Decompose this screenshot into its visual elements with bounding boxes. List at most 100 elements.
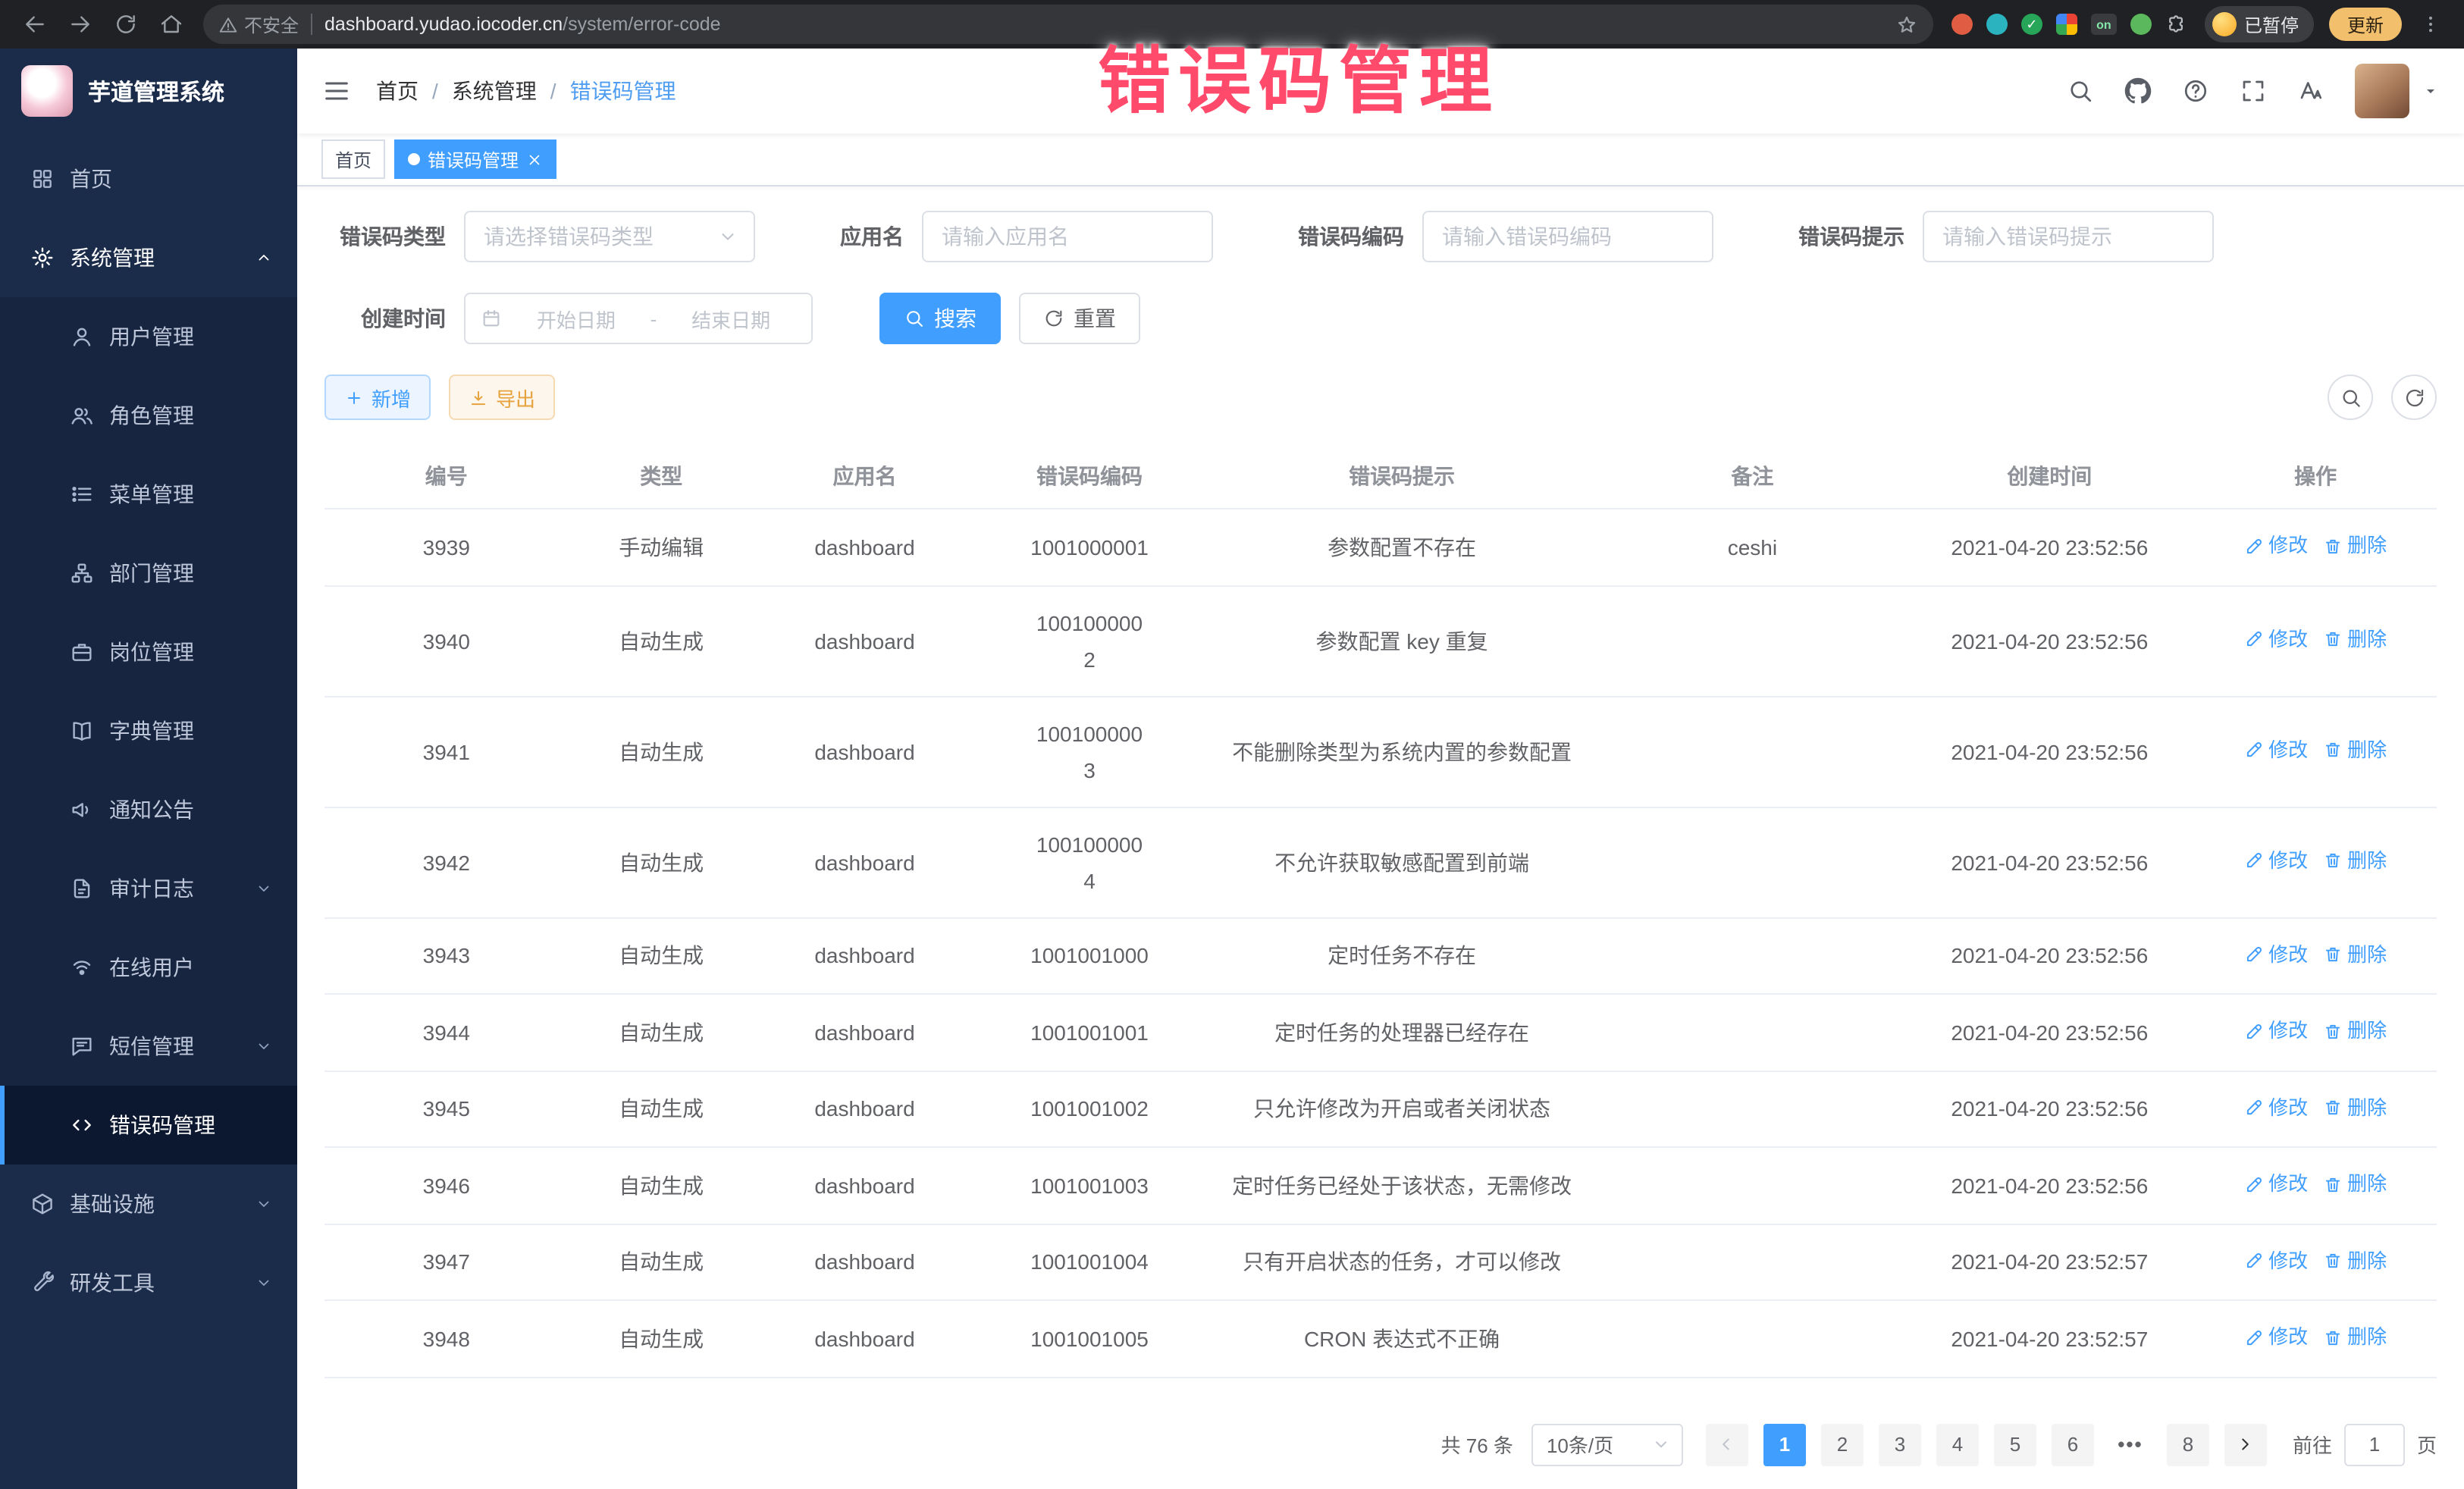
sidebar-item-dept-management[interactable]: 部门管理: [0, 534, 297, 613]
browser-back-icon[interactable]: [23, 12, 47, 36]
sidebar-item-sms-management[interactable]: 短信管理: [0, 1007, 297, 1086]
date-range-picker[interactable]: 开始日期 - 结束日期: [464, 293, 813, 344]
row-edit-link[interactable]: 修改: [2244, 843, 2308, 879]
user-avatar[interactable]: [2355, 64, 2409, 118]
sidebar-item-online-user[interactable]: 在线用户: [0, 928, 297, 1007]
row-delete-link[interactable]: 删除: [2323, 622, 2387, 658]
sidebar-item-audit-log[interactable]: 审计日志: [0, 849, 297, 928]
calendar-icon: [481, 308, 502, 329]
sidebar-item-menu-management[interactable]: 菜单管理: [0, 455, 297, 534]
error-hint-input[interactable]: [1923, 211, 2214, 262]
row-delete-link[interactable]: 删除: [2323, 1089, 2387, 1126]
breadcrumb-separator: /: [550, 79, 556, 103]
row-edit-link[interactable]: 修改: [2244, 732, 2308, 769]
edit-icon: [2244, 1251, 2264, 1271]
extensions-puzzle-icon[interactable]: [2165, 13, 2188, 36]
sidebar-item-notice[interactable]: 通知公告: [0, 770, 297, 849]
row-delete-link[interactable]: 删除: [2323, 843, 2387, 879]
view-tag-home[interactable]: 首页: [321, 139, 385, 179]
pagination-more[interactable]: •••: [2109, 1433, 2152, 1456]
infra-icon: [30, 1192, 55, 1216]
error-code-input[interactable]: [1422, 211, 1713, 262]
row-edit-link[interactable]: 修改: [2244, 1243, 2308, 1279]
sidebar-item-infrastructure[interactable]: 基础设施: [0, 1165, 297, 1243]
font-size-icon[interactable]: [2297, 77, 2324, 105]
header-search-icon[interactable]: [2067, 77, 2094, 105]
extension-icon-teal[interactable]: [1986, 14, 2008, 35]
avatar-caret-icon[interactable]: [2422, 82, 2440, 100]
app-name-input[interactable]: [922, 211, 1213, 262]
sidebar-item-error-code-management[interactable]: 错误码管理: [0, 1086, 297, 1165]
row-delete-link[interactable]: 删除: [2323, 528, 2387, 564]
extension-icon-on-badge[interactable]: on: [2091, 14, 2117, 35]
goto-page-input[interactable]: [2344, 1423, 2405, 1465]
sidebar-item-home[interactable]: 首页: [0, 139, 297, 218]
browser-update-button[interactable]: 更新: [2329, 8, 2402, 41]
add-button[interactable]: 新增: [324, 375, 431, 420]
sidebar: 芋道管理系统 首页系统管理用户管理角色管理菜单管理部门管理岗位管理字典管理通知公…: [0, 49, 297, 1489]
row-delete-link[interactable]: 删除: [2323, 1319, 2387, 1356]
sidebar-item-user-management[interactable]: 用户管理: [0, 297, 297, 376]
view-tag-error-code[interactable]: 错误码管理: [394, 139, 556, 179]
browser-menu-icon[interactable]: [2420, 12, 2441, 36]
pagination-page-1[interactable]: 1: [1763, 1423, 1806, 1465]
extension-icon-tiles[interactable]: [2056, 14, 2077, 35]
pagination-page-3[interactable]: 3: [1879, 1423, 1921, 1465]
sidebar-item-post-management[interactable]: 岗位管理: [0, 613, 297, 691]
browser-refresh-icon[interactable]: [114, 12, 138, 36]
top-navbar: 首页/系统管理/错误码管理: [297, 49, 2464, 133]
reset-button[interactable]: 重置: [1019, 293, 1140, 344]
pagination-prev-button[interactable]: [1706, 1423, 1748, 1465]
row-edit-link[interactable]: 修改: [2244, 1013, 2308, 1049]
github-icon[interactable]: [2124, 77, 2152, 105]
page-size-select[interactable]: 10条/页: [1531, 1423, 1683, 1465]
search-button[interactable]: 搜索: [879, 293, 1001, 344]
fullscreen-icon[interactable]: [2240, 77, 2267, 105]
browser-home-icon[interactable]: [159, 12, 183, 36]
pagination-next-button[interactable]: [2224, 1423, 2267, 1465]
cell-type: 手动编辑: [569, 509, 754, 585]
error-type-select[interactable]: 请选择错误码类型: [464, 211, 755, 262]
breadcrumb-item[interactable]: 系统管理: [452, 76, 537, 106]
pagination-page-2[interactable]: 2: [1821, 1423, 1864, 1465]
sidebar-item-dict-management[interactable]: 字典管理: [0, 691, 297, 770]
row-delete-link[interactable]: 删除: [2323, 936, 2387, 973]
row-edit-link[interactable]: 修改: [2244, 622, 2308, 658]
address-bar[interactable]: 不安全 dashboard.yudao.iocoder.cn/system/er…: [203, 5, 1933, 44]
row-edit-link[interactable]: 修改: [2244, 1089, 2308, 1126]
export-button[interactable]: 导出: [449, 375, 555, 420]
table-refresh-button[interactable]: [2391, 375, 2437, 420]
extension-icon-leaf[interactable]: [2130, 14, 2152, 35]
row-delete-link[interactable]: 删除: [2323, 732, 2387, 769]
row-edit-link[interactable]: 修改: [2244, 1319, 2308, 1356]
browser-forward-icon[interactable]: [68, 12, 92, 36]
extension-icon-red[interactable]: [1951, 14, 1973, 35]
sidebar-item-system-management[interactable]: 系统管理: [0, 218, 297, 297]
pagination-page-4[interactable]: 4: [1936, 1423, 1979, 1465]
row-edit-link[interactable]: 修改: [2244, 936, 2308, 973]
row-delete-link[interactable]: 删除: [2323, 1243, 2387, 1279]
app-logo[interactable]: 芋道管理系统: [0, 49, 297, 133]
table-search-toggle-button[interactable]: [2328, 375, 2373, 420]
breadcrumb-separator: /: [432, 79, 438, 103]
pagination-page-5[interactable]: 5: [1994, 1423, 2036, 1465]
refresh-icon: [1043, 308, 1064, 329]
pagination-page-8[interactable]: 8: [2167, 1423, 2209, 1465]
row-delete-link[interactable]: 删除: [2323, 1013, 2387, 1049]
sidebar-toggle-icon[interactable]: [321, 76, 352, 106]
row-edit-link[interactable]: 修改: [2244, 1166, 2308, 1202]
breadcrumb-item[interactable]: 首页: [376, 76, 419, 106]
briefcase-icon: [70, 640, 94, 664]
sidebar-item-dev-tools[interactable]: 研发工具: [0, 1243, 297, 1322]
filter-row-1: 错误码类型 请选择错误码类型 应用名 错误码编码: [324, 211, 2437, 262]
tag-close-icon[interactable]: [526, 151, 543, 168]
pagination-page-6[interactable]: 6: [2052, 1423, 2094, 1465]
help-doc-icon[interactable]: [2182, 77, 2209, 105]
row-edit-link[interactable]: 修改: [2244, 528, 2308, 564]
table-row: 3946自动生成dashboard1001001003定时任务已经处于该状态，无…: [324, 1147, 2437, 1224]
bookmark-star-icon[interactable]: [1895, 13, 1918, 36]
row-delete-link[interactable]: 删除: [2323, 1166, 2387, 1202]
profile-paused-chip[interactable]: 已暂停: [2205, 6, 2314, 42]
sidebar-item-role-management[interactable]: 角色管理: [0, 376, 297, 455]
extension-icon-green-check[interactable]: ✓: [2021, 14, 2042, 35]
